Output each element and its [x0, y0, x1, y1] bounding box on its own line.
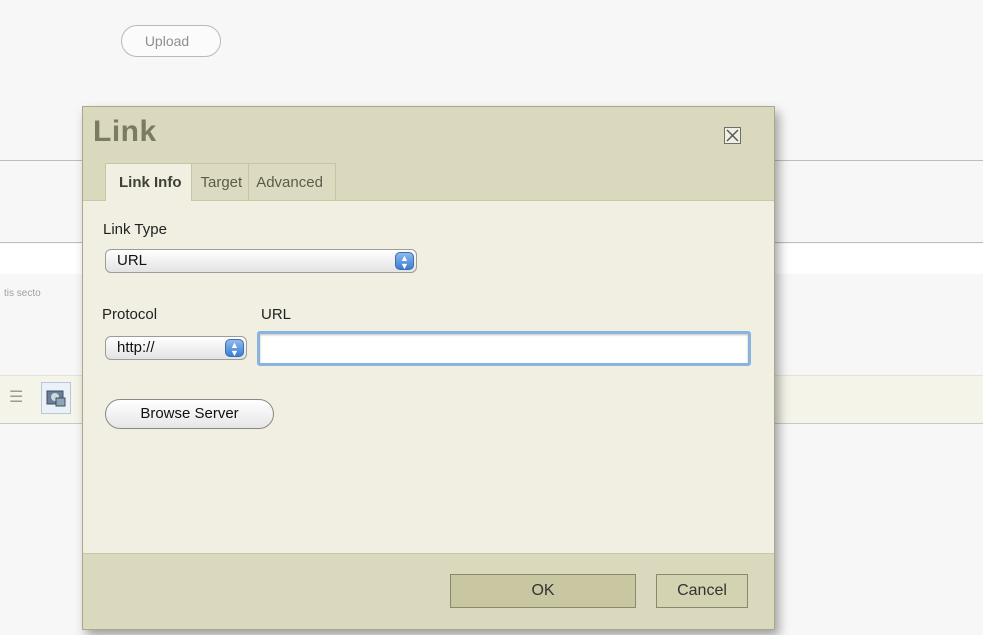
close-icon [726, 129, 739, 142]
tab-bar: Link Info Target Advanced [105, 163, 336, 201]
upload-button[interactable]: Upload [121, 25, 221, 57]
browse-server-button[interactable]: Browse Server [105, 399, 274, 429]
toolbar-image-button[interactable] [41, 382, 71, 414]
protocol-label: Protocol [102, 306, 158, 323]
list-icon[interactable]: ☰ [9, 388, 23, 408]
dialog-footer: OK Cancel [83, 553, 774, 629]
link-type-value: URL [117, 252, 148, 269]
link-dialog: Link Link Info Target Advanced Link Type… [82, 106, 775, 630]
tab-link-info[interactable]: Link Info [105, 163, 192, 201]
up-down-arrows-icon: ▲ ▼ [395, 252, 414, 271]
protocol-select[interactable]: http:// ▲ ▼ [105, 336, 247, 360]
ok-button[interactable]: OK [450, 574, 636, 608]
dialog-header: Link Link Info Target Advanced [83, 107, 774, 201]
link-type-select[interactable]: URL ▲ ▼ [105, 249, 417, 273]
image-icon [46, 390, 66, 407]
protocol-value: http:// [117, 339, 155, 356]
url-label: URL [261, 306, 292, 323]
tab-advanced[interactable]: Advanced [248, 163, 336, 200]
link-type-label: Link Type [103, 221, 167, 238]
dialog-title: Link [93, 115, 157, 148]
url-input[interactable] [257, 331, 751, 366]
background-text: tis secto [4, 288, 41, 299]
up-down-arrows-icon: ▲ ▼ [225, 339, 244, 358]
cancel-button[interactable]: Cancel [656, 574, 748, 608]
tab-target[interactable]: Target [190, 163, 250, 200]
close-button[interactable] [724, 127, 741, 144]
